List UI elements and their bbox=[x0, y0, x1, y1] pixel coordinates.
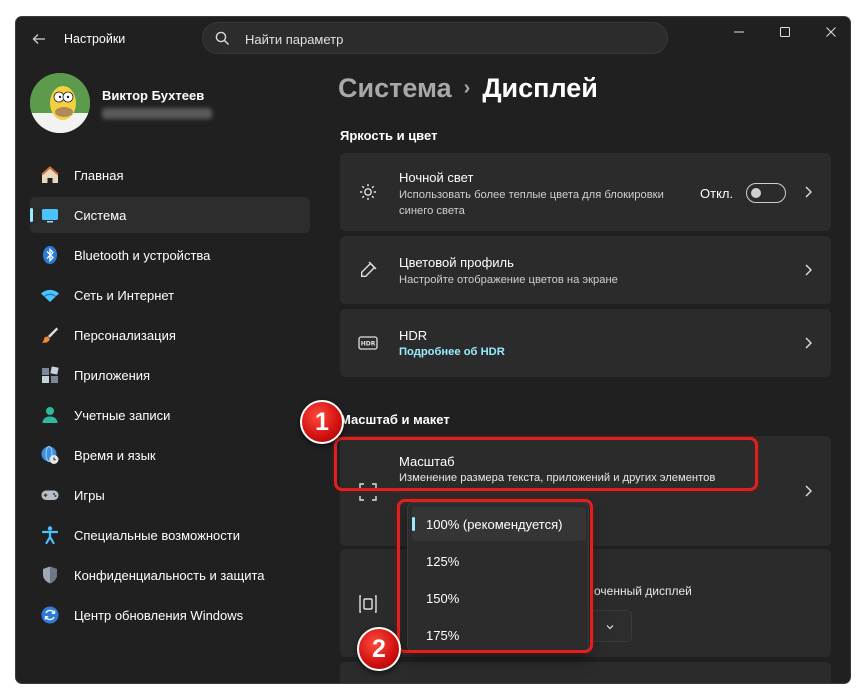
sidebar-item-home[interactable]: Главная bbox=[30, 157, 310, 193]
color-profile-subtitle: Настройте отображение цветов на экране bbox=[399, 274, 618, 286]
sidebar-item-network[interactable]: Сеть и Интернет bbox=[30, 277, 310, 313]
wifi-icon bbox=[41, 289, 59, 302]
resolution-icon bbox=[359, 595, 377, 613]
chevron-right-icon bbox=[805, 337, 812, 349]
search-input[interactable]: Найти параметр bbox=[202, 22, 668, 54]
hdr-icon: HDR bbox=[358, 336, 378, 350]
chevron-right-icon bbox=[805, 264, 812, 276]
sidebar-item-label: Учетные записи bbox=[74, 408, 171, 423]
close-icon bbox=[826, 27, 836, 37]
sidebar-item-apps[interactable]: Приложения bbox=[30, 357, 310, 393]
sidebar-item-label: Главная bbox=[74, 168, 124, 183]
chevron-down-icon bbox=[606, 625, 614, 630]
active-indicator bbox=[30, 208, 33, 222]
accessibility-icon bbox=[41, 526, 59, 545]
back-arrow-icon bbox=[32, 34, 45, 44]
globe-clock-icon bbox=[41, 446, 59, 464]
night-light-title: Ночной свет bbox=[399, 170, 474, 185]
sidebar-item-accounts[interactable]: Учетные записи bbox=[30, 397, 310, 433]
color-profile-card[interactable]: Цветовой профиль Настройте отображение ц… bbox=[340, 236, 831, 304]
sidebar-item-label: Игры bbox=[74, 488, 105, 503]
section-title-scale: Масштаб и макет bbox=[340, 412, 450, 427]
color-profile-title: Цветовой профиль bbox=[399, 255, 514, 270]
sidebar-item-accessibility[interactable]: Специальные возможности bbox=[30, 517, 310, 553]
toggle-knob bbox=[751, 188, 761, 198]
hdr-card[interactable]: HDR HDR Подробнее об HDR bbox=[340, 309, 831, 377]
search-icon bbox=[215, 31, 230, 46]
step-badge-2: 2 bbox=[357, 627, 401, 671]
apps-icon bbox=[42, 366, 59, 383]
user-email-blurred bbox=[102, 108, 212, 119]
sidebar-item-label: Персонализация bbox=[74, 328, 176, 343]
minimize-button[interactable] bbox=[716, 17, 762, 47]
hdr-title: HDR bbox=[399, 328, 428, 343]
highlight-scale-setting bbox=[334, 437, 758, 491]
sidebar-item-label: Время и язык bbox=[74, 448, 156, 463]
sidebar-item-label: Bluetooth и устройства bbox=[74, 248, 211, 263]
page-title: Дисплей bbox=[482, 73, 598, 103]
app-title: Настройки bbox=[64, 32, 126, 46]
person-icon bbox=[42, 407, 58, 423]
sidebar-item-label: Сеть и Интернет bbox=[74, 288, 175, 303]
avatar-image bbox=[30, 73, 90, 133]
step-badge-1: 1 bbox=[300, 400, 344, 444]
gamepad-icon bbox=[41, 490, 59, 500]
sidebar-item-time-language[interactable]: Время и язык bbox=[30, 437, 310, 473]
back-button[interactable] bbox=[28, 28, 50, 50]
chevron-right-icon bbox=[805, 186, 812, 198]
sidebar-item-system[interactable]: Система bbox=[30, 197, 310, 233]
sidebar-item-label: Специальные возможности bbox=[74, 528, 240, 543]
svg-text:HDR: HDR bbox=[361, 341, 376, 348]
sidebar-nav: Главная Система Bluetooth и устройства С… bbox=[30, 157, 310, 637]
night-light-toggle[interactable] bbox=[746, 183, 786, 203]
sidebar-item-gaming[interactable]: Игры bbox=[30, 477, 310, 513]
user-name: Виктор Бухтеев bbox=[102, 88, 205, 103]
brush-icon bbox=[41, 327, 59, 343]
night-light-subtitle: Использовать более теплые цвета для блок… bbox=[399, 189, 664, 217]
maximize-icon bbox=[780, 27, 790, 37]
bluetooth-icon bbox=[43, 246, 57, 264]
avatar bbox=[30, 73, 90, 133]
highlight-scale-options bbox=[397, 499, 593, 653]
update-icon bbox=[41, 606, 59, 624]
chevron-right-icon bbox=[805, 485, 812, 497]
night-light-card[interactable]: Ночной свет Использовать более теплые цв… bbox=[340, 153, 831, 231]
section-title-brightness: Яркость и цвет bbox=[340, 128, 438, 143]
home-icon bbox=[41, 166, 59, 183]
sidebar-item-personalization[interactable]: Персонализация bbox=[30, 317, 310, 353]
breadcrumb-parent[interactable]: Система bbox=[338, 73, 452, 103]
resolution-partial-label: оченный дисплей bbox=[594, 584, 692, 598]
title-bar: Настройки Найти параметр bbox=[16, 17, 850, 61]
shield-icon bbox=[43, 566, 57, 584]
sidebar-item-privacy[interactable]: Конфиденциальность и защита bbox=[30, 557, 310, 593]
sidebar-item-label: Приложения bbox=[74, 368, 151, 383]
hdr-learn-more-link[interactable]: Подробнее об HDR bbox=[399, 346, 505, 358]
breadcrumb-separator: › bbox=[463, 77, 471, 99]
sidebar-item-bluetooth[interactable]: Bluetooth и устройства bbox=[30, 237, 310, 273]
minimize-icon bbox=[734, 31, 744, 33]
search-placeholder: Найти параметр bbox=[245, 32, 344, 47]
eyedropper-icon bbox=[361, 261, 377, 277]
sidebar-item-label: Центр обновления Windows bbox=[74, 608, 244, 623]
system-icon bbox=[42, 209, 58, 223]
breadcrumb: Система › Дисплей bbox=[338, 73, 598, 104]
sidebar-item-label: Конфиденциальность и защита bbox=[74, 568, 265, 583]
close-button[interactable] bbox=[808, 17, 850, 47]
settings-window: Настройки Найти параметр Виктор Бухтеев … bbox=[16, 17, 850, 683]
maximize-button[interactable] bbox=[762, 17, 808, 47]
night-light-icon bbox=[360, 184, 376, 200]
night-light-toggle-label: Откл. bbox=[700, 186, 734, 201]
next-setting-card[interactable] bbox=[340, 662, 831, 683]
sidebar-item-windows-update[interactable]: Центр обновления Windows bbox=[30, 597, 310, 633]
sidebar-item-label: Система bbox=[74, 208, 127, 223]
